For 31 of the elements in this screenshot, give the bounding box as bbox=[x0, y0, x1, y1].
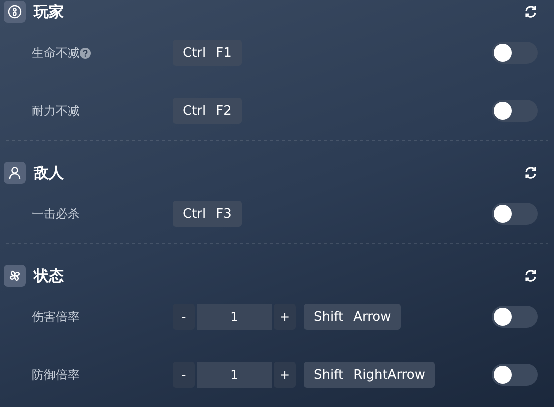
cheat-label: 伤害倍率 bbox=[32, 308, 80, 326]
toggle-switch[interactable] bbox=[492, 203, 538, 225]
cheat-label: 生命不减 bbox=[32, 44, 80, 62]
value-field[interactable]: 1 bbox=[197, 362, 272, 388]
cheat-label: 一击必杀 bbox=[32, 206, 80, 222]
toggle-switch[interactable] bbox=[492, 100, 538, 122]
toggle-switch[interactable] bbox=[492, 42, 538, 64]
refresh-icon[interactable] bbox=[524, 269, 538, 283]
hotkey-badge[interactable]: Shift Arrow bbox=[304, 304, 402, 330]
refresh-icon[interactable] bbox=[524, 166, 538, 180]
section-title: 玩家 bbox=[34, 2, 65, 22]
hotkey-badge[interactable]: Shift RightArrow bbox=[304, 362, 436, 388]
increment-button[interactable]: + bbox=[274, 362, 296, 388]
hotkey-badge[interactable]: Ctrl F1 bbox=[173, 40, 242, 66]
hotkey-badge[interactable]: Ctrl F3 bbox=[173, 201, 242, 227]
section-title: 敌人 bbox=[34, 164, 65, 182]
section-title: 状态 bbox=[34, 266, 65, 286]
refresh-icon[interactable] bbox=[524, 5, 538, 19]
cheat-label: 耐力不减 bbox=[32, 102, 80, 120]
person-icon bbox=[8, 166, 22, 180]
decrement-button[interactable]: - bbox=[173, 362, 195, 388]
hotkey-badge[interactable]: Ctrl F2 bbox=[173, 98, 242, 124]
decrement-button[interactable]: - bbox=[173, 304, 195, 330]
increment-button[interactable]: + bbox=[274, 304, 296, 330]
cheat-label: 防御倍率 bbox=[32, 366, 80, 384]
player-icon bbox=[8, 5, 22, 19]
clover-icon bbox=[8, 269, 22, 283]
toggle-switch[interactable] bbox=[492, 306, 538, 328]
toggle-switch[interactable] bbox=[492, 364, 538, 386]
value-field[interactable]: 1 bbox=[197, 304, 272, 330]
help-icon[interactable] bbox=[80, 48, 91, 58]
